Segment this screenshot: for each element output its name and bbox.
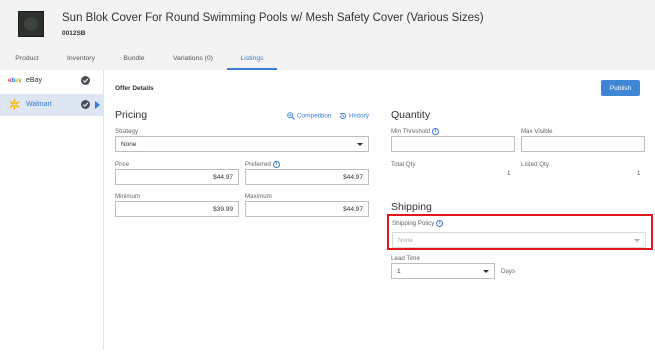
shipping-heading: Shipping bbox=[391, 201, 432, 213]
ebay-logo-icon: ebay bbox=[8, 76, 22, 85]
preferred-value: $44.97 bbox=[343, 174, 363, 181]
product-thumbnail bbox=[18, 11, 44, 37]
strategy-select[interactable]: None bbox=[115, 136, 369, 152]
tab-product[interactable]: Product bbox=[14, 54, 40, 70]
maximum-value: $44.97 bbox=[343, 206, 363, 213]
check-circle-icon bbox=[81, 76, 90, 85]
sidebar-item-ebay[interactable]: ebay eBay bbox=[0, 70, 104, 92]
total-qty-value: 1 bbox=[507, 170, 511, 177]
tab-variations[interactable]: Variations (0) bbox=[171, 54, 215, 70]
price-label: Price bbox=[115, 161, 130, 168]
price-value: $44.97 bbox=[213, 174, 233, 181]
pricing-heading: Pricing bbox=[115, 109, 148, 121]
walmart-spark-icon bbox=[9, 99, 20, 112]
min-threshold-input[interactable] bbox=[391, 136, 515, 152]
chevron-down-icon bbox=[634, 239, 640, 242]
max-visible-input[interactable] bbox=[521, 136, 645, 152]
info-icon[interactable]: i bbox=[436, 220, 444, 227]
offer-details-title: Offer Details bbox=[115, 85, 154, 92]
sidebar-item-walmart[interactable]: Walmart bbox=[0, 94, 104, 116]
tab-bar: Product Inventory Bundle Variations (0) … bbox=[0, 54, 655, 70]
product-header: Sun Blok Cover For Round Swimming Pools … bbox=[0, 0, 655, 70]
quantity-heading: Quantity bbox=[391, 109, 431, 121]
history-icon bbox=[339, 112, 347, 119]
listed-qty-value: 1 bbox=[637, 170, 641, 177]
info-icon[interactable]: i bbox=[272, 161, 280, 168]
max-visible-label: Max Visible bbox=[521, 128, 553, 135]
lead-time-select[interactable]: 1 bbox=[391, 263, 495, 279]
publish-button[interactable]: Publish bbox=[601, 80, 640, 96]
check-circle-icon bbox=[81, 100, 90, 109]
channel-sidebar: ebay eBay Walmart bbox=[0, 70, 104, 350]
lead-time-label: Lead Time bbox=[391, 255, 420, 262]
listed-qty-label: Listed Qty bbox=[521, 161, 549, 168]
history-link[interactable]: History bbox=[339, 112, 369, 120]
tab-inventory[interactable]: Inventory bbox=[65, 54, 97, 70]
info-icon[interactable]: i bbox=[432, 128, 440, 135]
caret-right-icon bbox=[95, 101, 100, 109]
preferred-label-text: Preferred bbox=[245, 161, 271, 169]
maximum-input[interactable]: $44.97 bbox=[245, 201, 369, 217]
preferred-input[interactable]: $44.97 bbox=[245, 169, 369, 185]
history-link-label: History bbox=[348, 112, 370, 120]
product-sku: 0012SB bbox=[62, 30, 86, 37]
maximum-label: Maximum bbox=[245, 193, 272, 200]
tab-bundle[interactable]: Bundle bbox=[122, 54, 146, 70]
strategy-value: None bbox=[121, 141, 137, 148]
minimum-value: $39.99 bbox=[213, 206, 233, 213]
competition-link-label: Competition bbox=[296, 112, 332, 120]
svg-text:ebay: ebay bbox=[8, 78, 22, 83]
minimum-label: Minimum bbox=[115, 193, 141, 200]
min-threshold-label-text: Min Threshold bbox=[391, 128, 431, 136]
lead-time-unit: Days bbox=[501, 268, 516, 275]
shipping-policy-value: None bbox=[398, 237, 413, 244]
chevron-down-icon bbox=[357, 143, 363, 146]
lead-time-value: 1 bbox=[397, 268, 401, 275]
total-qty-label: Total Qty bbox=[391, 161, 416, 168]
magnifier-plus-icon bbox=[287, 112, 295, 120]
product-title: Sun Blok Cover For Round Swimming Pools … bbox=[62, 12, 484, 24]
min-threshold-label: Min Threshold i bbox=[391, 128, 440, 136]
offer-panel: Offer Details Publish Pricing Competitio… bbox=[104, 70, 655, 350]
tab-listings[interactable]: Listings bbox=[227, 54, 277, 70]
sidebar-item-label: Walmart bbox=[26, 101, 52, 108]
shipping-policy-label-text: Shipping Policy bbox=[392, 220, 435, 228]
competition-link[interactable]: Competition bbox=[287, 112, 332, 120]
strategy-label: Strategy bbox=[115, 128, 139, 135]
sidebar-item-label: eBay bbox=[26, 77, 42, 84]
shipping-policy-label: Shipping Policy i bbox=[392, 220, 444, 228]
chevron-down-icon bbox=[483, 270, 489, 273]
shipping-policy-select[interactable]: None bbox=[392, 232, 646, 248]
minimum-input[interactable]: $39.99 bbox=[115, 201, 239, 217]
price-input[interactable]: $44.97 bbox=[115, 169, 239, 185]
preferred-label: Preferred i bbox=[245, 161, 280, 168]
